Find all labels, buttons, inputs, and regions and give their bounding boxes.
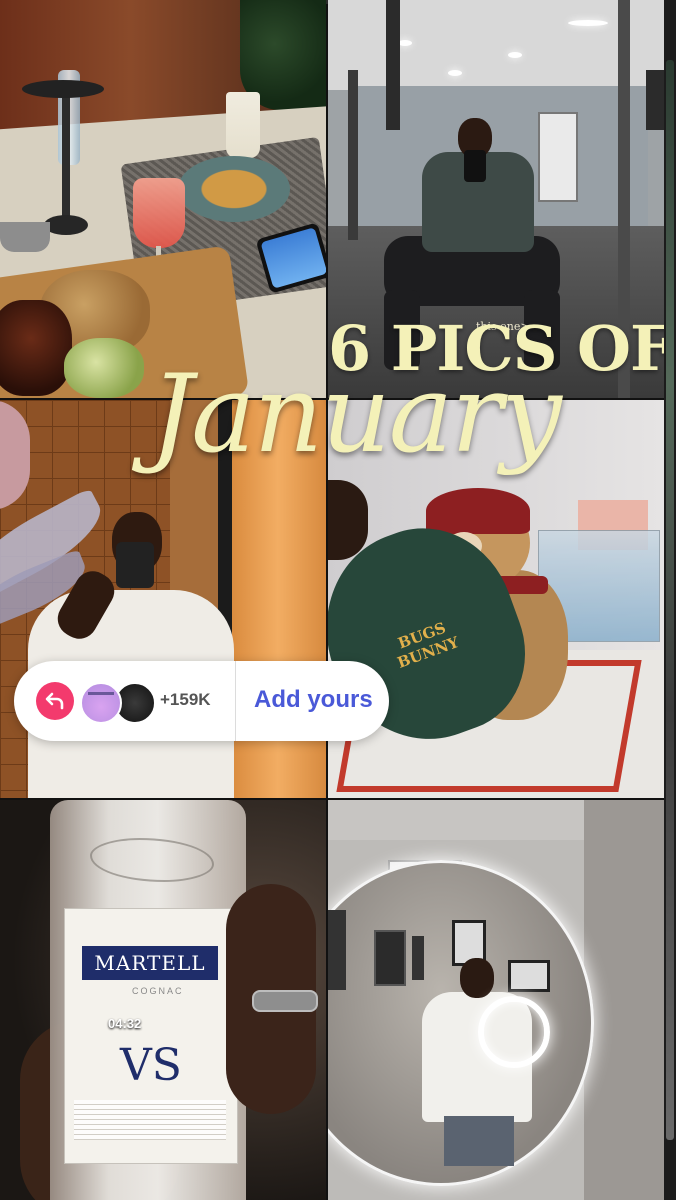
reply-arrow-icon [36,682,74,720]
story-viewer[interactable]: BUGS BUNNY MARTELL COGNAC 04:32 VS this … [0,0,664,1200]
photo-round-mirror-selfie [328,800,664,1200]
participants-count: +159K [160,690,211,709]
photo-dinner-table [0,0,326,398]
next-story-edge[interactable] [664,0,676,1200]
bottle-brand: MARTELL [82,946,218,980]
story-title-line2: January [150,352,562,477]
photo-cognac-bottle: MARTELL COGNAC 04:32 VS [0,800,326,1200]
participant-avatar [80,682,122,724]
add-yours-sticker[interactable]: +159K Add yours [14,661,389,741]
bottle-grade: VS [120,1040,182,1091]
ring-light [478,996,550,1068]
sticker-divider [235,661,236,741]
bottle-subbrand: COGNAC [132,986,184,996]
video-timestamp: 04:32 [108,1016,142,1031]
add-yours-button[interactable]: Add yours [254,686,373,714]
